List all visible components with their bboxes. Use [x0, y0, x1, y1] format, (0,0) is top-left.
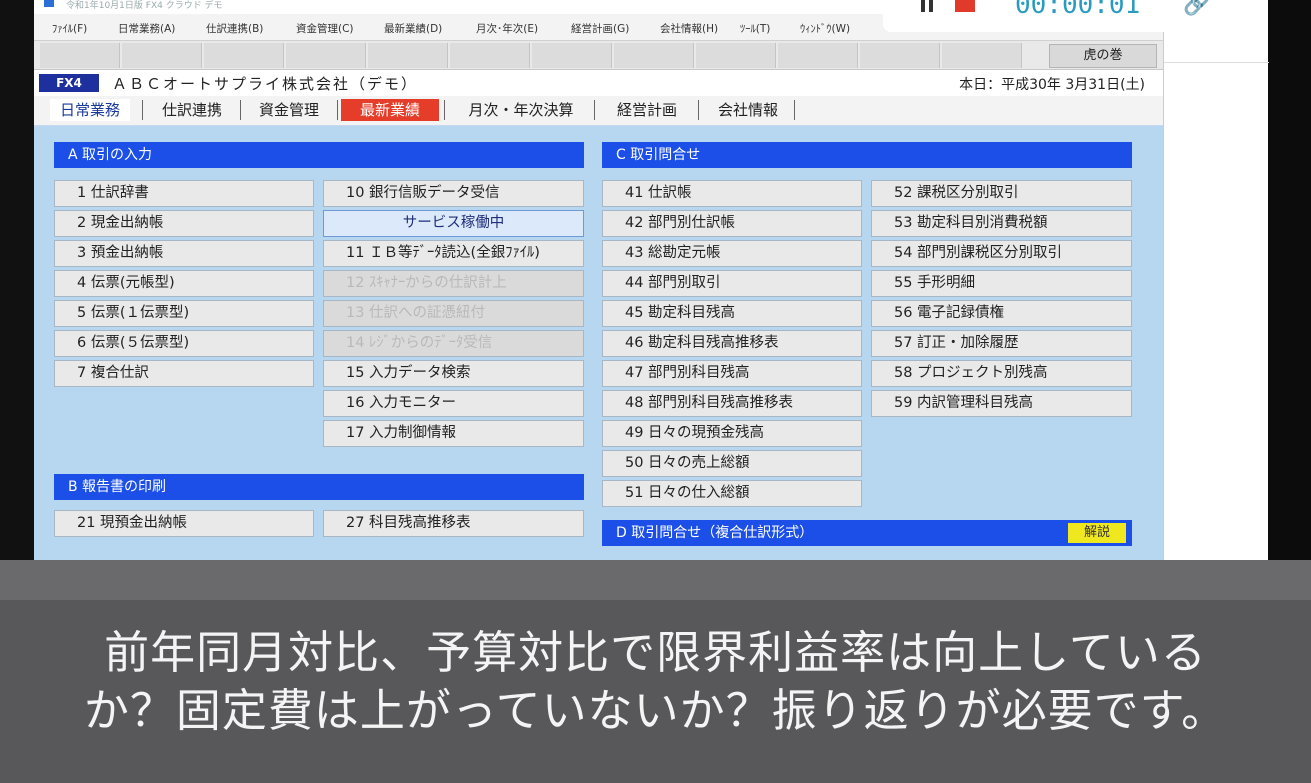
today-date: 本日：平成30年 3月31日(土) [959, 77, 1145, 93]
section-d-title: D 取引問合せ（複合仕訳形式） [616, 525, 814, 541]
query-button[interactable]: 58 プロジェクト別残高 [871, 360, 1132, 387]
tab-planning[interactable]: 経営計画 [600, 99, 694, 121]
entry-button[interactable]: 6 伝票(５伝票型) [54, 330, 314, 357]
link-icon[interactable]: 🔗 [1183, 0, 1210, 17]
recording-timer: 00:00:01 [1015, 0, 1141, 20]
toolbar-button[interactable] [286, 43, 366, 68]
section-d-header: D 取引問合せ（複合仕訳形式） 解説 [602, 520, 1132, 546]
toolbar-button[interactable] [204, 43, 284, 68]
query-button[interactable]: 46 勘定科目残高推移表 [602, 330, 862, 357]
toolbar-button[interactable] [532, 43, 612, 68]
subtitle-line-1: 前年同月対比、予算対比で限界利益率は向上している [104, 626, 1207, 679]
entry-button[interactable]: 2 現金出納帳 [54, 210, 314, 237]
recorder-bar: 00:00:01 🔗 [883, 0, 1268, 32]
screen: 令和1年10月1日版 FX4 クラウド デモ ﾌｧｲﾙ(F) 日常業務(A) 仕… [0, 0, 1311, 783]
tab-bar: 日常業務 仕訳連携 資金管理 最新業績 月次・年次決算 経営計画 会社情報 [34, 96, 1163, 126]
query-button[interactable]: 59 内訳管理科目残高 [871, 390, 1132, 417]
stop-icon[interactable] [955, 0, 975, 12]
entry-button-disabled: 14 ﾚｼﾞからのﾃﾞｰﾀ受信 [323, 330, 584, 357]
entry-button[interactable]: 7 複合仕訳 [54, 360, 314, 387]
tab-journal-link[interactable]: 仕訳連携 [148, 99, 236, 121]
menu-window[interactable]: ｳｨﾝﾄﾞｳ(W) [800, 21, 850, 36]
entry-button[interactable]: 1 仕訳辞書 [54, 180, 314, 207]
menu-content: A 取引の入力 C 取引問合せ B 報告書の印刷 D 取引問合せ（複合仕訳形式）… [34, 126, 1163, 560]
toolbar-button[interactable] [614, 43, 694, 68]
toolbar-button[interactable] [450, 43, 530, 68]
menu-daily[interactable]: 日常業務(A) [118, 21, 175, 36]
toolbar-button[interactable] [778, 43, 858, 68]
entry-button[interactable]: 11 ＩＢ等ﾃﾞｰﾀ読込(全銀ﾌｧｲﾙ) [323, 240, 584, 267]
query-button[interactable]: 41 仕訳帳 [602, 180, 862, 207]
menu-journal-link[interactable]: 仕訳連携(B) [206, 21, 263, 36]
menu-funds[interactable]: 資金管理(C) [296, 21, 354, 36]
company-bar: FX4 ＡＢＣオートサプライ株式会社（デモ） 本日：平成30年 3月31日(土) [34, 70, 1163, 96]
query-button[interactable]: 52 課税区分別取引 [871, 180, 1132, 207]
query-button[interactable]: 49 日々の現預金残高 [602, 420, 862, 447]
subtitle-line-2: か？固定費は上がっていないか？振り返りが必要です。 [83, 684, 1228, 737]
entry-button[interactable]: 3 預金出納帳 [54, 240, 314, 267]
query-button[interactable]: 44 部門別取引 [602, 270, 862, 297]
menu-monthly[interactable]: 月次･年次(E) [476, 21, 538, 36]
entry-button-disabled: 13 仕訳への証憑紐付 [323, 300, 584, 327]
company-name: ＡＢＣオートサプライ株式会社（デモ） [112, 75, 419, 93]
service-status: サービス稼働中 [323, 210, 584, 237]
section-b-header: B 報告書の印刷 [54, 474, 584, 500]
query-button[interactable]: 42 部門別仕訳帳 [602, 210, 862, 237]
entry-button-disabled: 12 ｽｷｬﾅｰからの仕訳計上 [323, 270, 584, 297]
tora-no-maki-button[interactable]: 虎の巻 [1049, 44, 1157, 68]
query-button[interactable]: 47 部門別科目残高 [602, 360, 862, 387]
query-button[interactable]: 45 勘定科目残高 [602, 300, 862, 327]
toolbar-button[interactable] [696, 43, 776, 68]
query-button[interactable]: 48 部門別科目残高推移表 [602, 390, 862, 417]
query-button[interactable]: 43 総勘定元帳 [602, 240, 862, 267]
query-button[interactable]: 54 部門別課税区分別取引 [871, 240, 1132, 267]
menu-tools[interactable]: ﾂｰﾙ(T) [740, 21, 770, 36]
entry-button[interactable]: 10 銀行信販データ受信 [323, 180, 584, 207]
menu-planning[interactable]: 経営計画(G) [571, 21, 629, 36]
query-button[interactable]: 53 勘定科目別消費税額 [871, 210, 1132, 237]
toolbar: 虎の巻 [34, 40, 1163, 70]
entry-button[interactable]: 16 入力モニター [323, 390, 584, 417]
pause-icon[interactable] [921, 0, 935, 12]
toolbar-button[interactable] [122, 43, 202, 68]
explain-button[interactable]: 解説 [1068, 523, 1126, 543]
toolbar-button[interactable] [860, 43, 940, 68]
window-title: 令和1年10月1日版 FX4 クラウド デモ [66, 1, 223, 11]
subtitle-overlay: 前年同月対比、予算対比で限界利益率は向上している か？固定費は上がっていないか？… [0, 560, 1311, 783]
query-button[interactable]: 50 日々の売上総額 [602, 450, 862, 477]
section-a-header: A 取引の入力 [54, 142, 584, 168]
menu-company[interactable]: 会社情報(H) [660, 21, 718, 36]
tab-funds[interactable]: 資金管理 [246, 99, 332, 121]
tab-daily[interactable]: 日常業務 [50, 99, 130, 121]
entry-button[interactable]: 5 伝票(１伝票型) [54, 300, 314, 327]
report-button[interactable]: 27 科目残高推移表 [323, 510, 584, 537]
toolbar-button[interactable] [40, 43, 120, 68]
tab-monthly[interactable]: 月次・年次決算 [450, 99, 592, 121]
query-button[interactable]: 51 日々の仕入総額 [602, 480, 862, 507]
report-button[interactable]: 21 現預金出納帳 [54, 510, 314, 537]
side-panel [1163, 0, 1269, 560]
entry-button[interactable]: 17 入力制御情報 [323, 420, 584, 447]
menu-file[interactable]: ﾌｧｲﾙ(F) [52, 21, 87, 36]
query-button[interactable]: 56 電子記録債権 [871, 300, 1132, 327]
app-window: 令和1年10月1日版 FX4 クラウド デモ ﾌｧｲﾙ(F) 日常業務(A) 仕… [34, 0, 1163, 560]
query-button[interactable]: 57 訂正・加除履歴 [871, 330, 1132, 357]
app-icon [44, 0, 54, 7]
entry-button[interactable]: 15 入力データ検索 [323, 360, 584, 387]
menu-latest[interactable]: 最新業績(D) [384, 21, 442, 36]
fx4-badge: FX4 [39, 74, 99, 92]
tab-company[interactable]: 会社情報 [704, 99, 792, 121]
toolbar-button[interactable] [942, 43, 1022, 68]
section-c-header: C 取引問合せ [602, 142, 1132, 168]
query-button[interactable]: 55 手形明細 [871, 270, 1132, 297]
toolbar-button[interactable] [368, 43, 448, 68]
tab-latest[interactable]: 最新業績 [341, 99, 439, 121]
entry-button[interactable]: 4 伝票(元帳型) [54, 270, 314, 297]
